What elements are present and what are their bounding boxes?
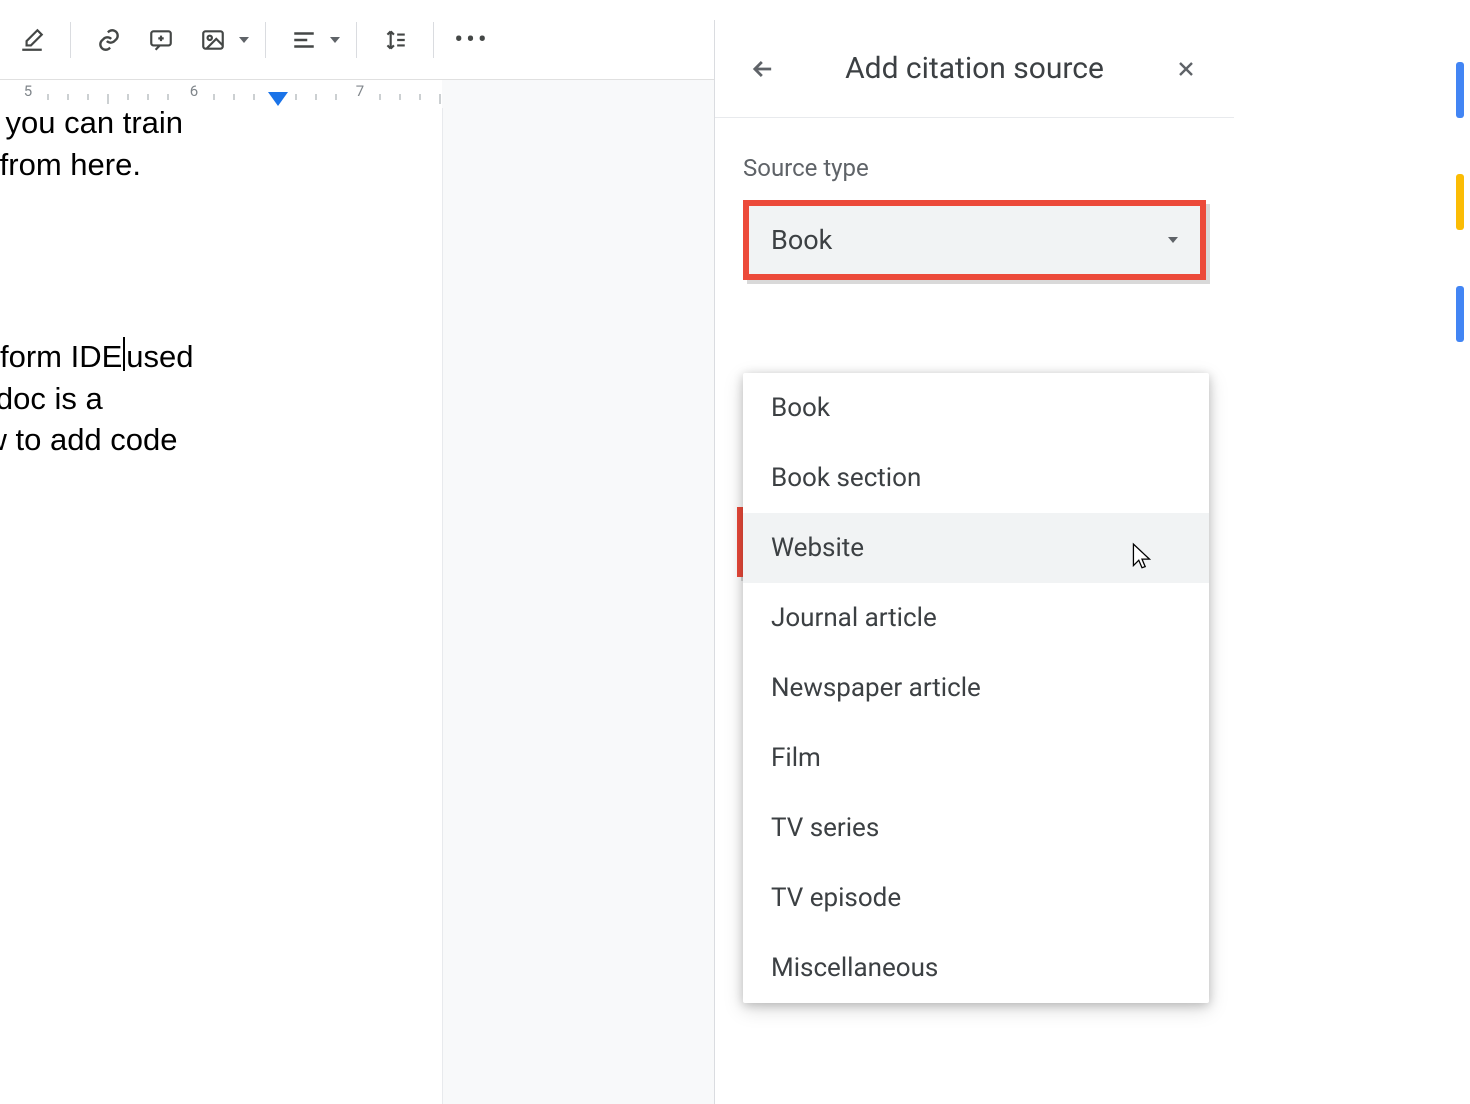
- text-fragment: platform IDE: [0, 339, 122, 374]
- close-icon: [1174, 57, 1198, 81]
- dropdown-option[interactable]: Journal article: [743, 583, 1209, 653]
- image-icon: [191, 18, 235, 62]
- align-left-icon: [282, 18, 326, 62]
- side-app-icon[interactable]: [1456, 62, 1464, 118]
- text-line: Also, you can train: [0, 102, 442, 144]
- dropdown-option[interactable]: Film: [743, 723, 1209, 793]
- side-app-icon[interactable]: [1456, 286, 1464, 342]
- panel-title: Add citation source: [815, 51, 1134, 86]
- dropdown-option[interactable]: Miscellaneous: [743, 933, 1209, 1003]
- align-button[interactable]: [282, 18, 340, 62]
- add-comment-icon[interactable]: [139, 18, 183, 62]
- text-fragment: used: [126, 339, 193, 374]
- chevron-down-icon: [239, 37, 249, 43]
- dropdown-option[interactable]: Newspaper article: [743, 653, 1209, 723]
- text-cursor: [123, 337, 125, 371]
- separator: [70, 22, 71, 58]
- side-apps-rail: [1456, 62, 1464, 342]
- text-line: how to add code: [0, 419, 442, 461]
- separator: [356, 22, 357, 58]
- dropdown-option[interactable]: TV episode: [743, 863, 1209, 933]
- document-area: Also, you can train me from here. platfo…: [0, 108, 714, 1104]
- text-line: me from here.: [0, 144, 442, 186]
- side-app-icon[interactable]: [1456, 174, 1464, 230]
- separator: [265, 22, 266, 58]
- arrow-left-icon: [749, 55, 777, 83]
- insert-link-icon[interactable]: [87, 18, 131, 62]
- citation-side-panel: Add citation source Source type Book Boo…: [714, 20, 1470, 1104]
- panel-header: Add citation source: [715, 20, 1234, 118]
- close-button[interactable]: [1166, 49, 1206, 89]
- source-type-label: Source type: [743, 154, 1206, 182]
- chevron-down-icon: [1168, 237, 1178, 243]
- text-line: platform IDEused: [0, 336, 442, 378]
- page-margin: [442, 108, 714, 1104]
- dropdown-option[interactable]: Book section: [743, 443, 1209, 513]
- back-button[interactable]: [743, 49, 783, 89]
- select-value: Book: [771, 224, 832, 256]
- dropdown-option[interactable]: Book: [743, 373, 1209, 443]
- document-text[interactable]: Also, you can train me from here. platfo…: [0, 108, 442, 461]
- more-button[interactable]: •••: [450, 18, 494, 62]
- text-line: e doc is a: [0, 378, 442, 420]
- insert-image-button[interactable]: [191, 18, 249, 62]
- dropdown-option[interactable]: TV series: [743, 793, 1209, 863]
- separator: [433, 22, 434, 58]
- panel-body: Source type Book BookBook sectionWebsite…: [715, 118, 1234, 316]
- mouse-cursor: [1129, 542, 1155, 572]
- paint-format-icon[interactable]: [10, 18, 54, 62]
- chevron-down-icon: [330, 37, 340, 43]
- source-type-dropdown: BookBook sectionWebsiteJournal articleNe…: [743, 373, 1209, 1003]
- line-spacing-icon: [373, 18, 417, 62]
- line-spacing-button[interactable]: [373, 18, 417, 62]
- source-type-select[interactable]: Book: [743, 200, 1206, 280]
